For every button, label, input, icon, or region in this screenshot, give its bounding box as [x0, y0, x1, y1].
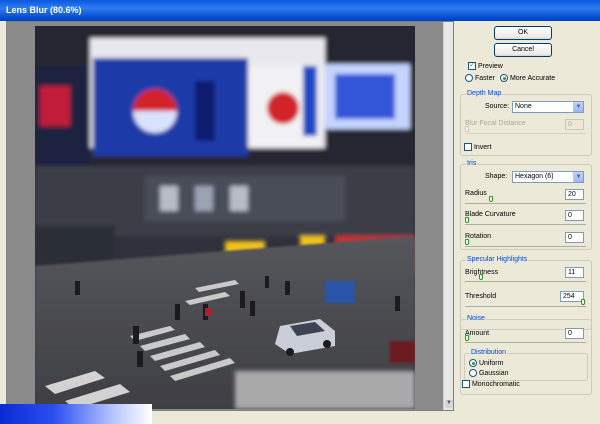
source-label: Source: [485, 103, 510, 110]
depth-map-group: Depth Map Source: None ▼ Blur Focal Dist… [460, 90, 592, 156]
slider-thumb[interactable] [465, 335, 469, 341]
window-titlebar: Lens Blur (80.6%) [0, 0, 600, 21]
monochromatic-label: Monochromatic [471, 380, 520, 388]
blur-focal-distance-slider [465, 126, 586, 134]
window-title: Lens Blur (80.6%) [6, 5, 82, 15]
slider-thumb[interactable] [465, 217, 469, 223]
shape-label: Shape: [485, 173, 508, 180]
blade-curvature-slider[interactable] [465, 217, 586, 225]
slider-thumb[interactable] [479, 274, 483, 280]
distribution-group: Distribution Uniform Gaussian [464, 349, 588, 381]
amount-slider[interactable] [465, 335, 586, 343]
invert-checkbox-row[interactable]: Invert [464, 143, 491, 151]
specular-highlights-title: Specular Highlights [466, 256, 529, 263]
threshold-slider[interactable] [465, 299, 586, 307]
scroll-down-arrow-icon[interactable]: ▼ [445, 400, 453, 408]
preview-checkbox-row[interactable]: ✓ Preview [468, 62, 503, 70]
blur-focal-distance-label: Blur Focal Distance [465, 120, 526, 127]
radius-label: Radius [465, 190, 487, 197]
slider-thumb [465, 126, 469, 132]
uniform-radio-row[interactable]: Uniform [469, 359, 503, 367]
gaussian-radio[interactable] [469, 369, 477, 377]
controls-panel: OK Cancel ✓ Preview Faster More Accurate… [456, 21, 600, 424]
source-select[interactable]: None ▼ [512, 101, 584, 113]
faster-label: Faster [474, 74, 495, 82]
preview-area[interactable]: ▼ [6, 21, 454, 411]
radius-slider[interactable] [465, 196, 586, 204]
rotation-slider[interactable] [465, 239, 586, 247]
shape-select[interactable]: Hexagon (6) ▼ [512, 171, 584, 183]
preview-label: Preview [477, 62, 503, 70]
monochromatic-checkbox[interactable] [462, 380, 470, 388]
iris-group: Iris Shape: Hexagon (6) ▼ Radius 20 Blad… [460, 160, 592, 250]
ok-button[interactable]: OK [494, 26, 552, 40]
taskbar-strip [0, 404, 152, 424]
depth-map-title: Depth Map [466, 90, 503, 97]
uniform-label: Uniform [478, 359, 504, 367]
threshold-label: Threshold [465, 293, 497, 300]
tilt-shift-street-photo [35, 26, 415, 409]
preview-checkbox[interactable]: ✓ [468, 62, 476, 70]
distribution-title: Distribution [470, 349, 508, 356]
gaussian-radio-row[interactable]: Gaussian [469, 369, 509, 377]
uniform-radio[interactable] [469, 359, 477, 367]
slider-thumb[interactable] [581, 299, 585, 305]
more-accurate-radio-row[interactable]: More Accurate [500, 74, 555, 82]
chevron-down-icon[interactable]: ▼ [573, 172, 583, 182]
more-accurate-radio[interactable] [500, 74, 508, 82]
faster-radio-row[interactable]: Faster [465, 74, 495, 82]
faster-radio[interactable] [465, 74, 473, 82]
shape-select-value: Hexagon (6) [515, 173, 554, 180]
brightness-slider[interactable] [465, 274, 586, 282]
iris-title: Iris [466, 160, 478, 167]
slider-thumb[interactable] [465, 239, 469, 245]
source-select-value: None [515, 103, 532, 110]
more-accurate-label: More Accurate [509, 74, 556, 82]
invert-checkbox[interactable] [464, 143, 472, 151]
cancel-button[interactable]: Cancel [494, 43, 552, 57]
chevron-down-icon[interactable]: ▼ [573, 102, 583, 112]
monochromatic-checkbox-row[interactable]: Monochromatic [462, 380, 520, 388]
preview-vertical-scrollbar[interactable]: ▼ [443, 22, 453, 410]
gaussian-label: Gaussian [478, 369, 509, 377]
noise-title: Noise [466, 315, 486, 322]
invert-label: Invert [473, 143, 492, 151]
preview-image [35, 26, 415, 409]
slider-thumb[interactable] [489, 196, 493, 202]
blade-curvature-label: Blade Curvature [465, 211, 516, 218]
